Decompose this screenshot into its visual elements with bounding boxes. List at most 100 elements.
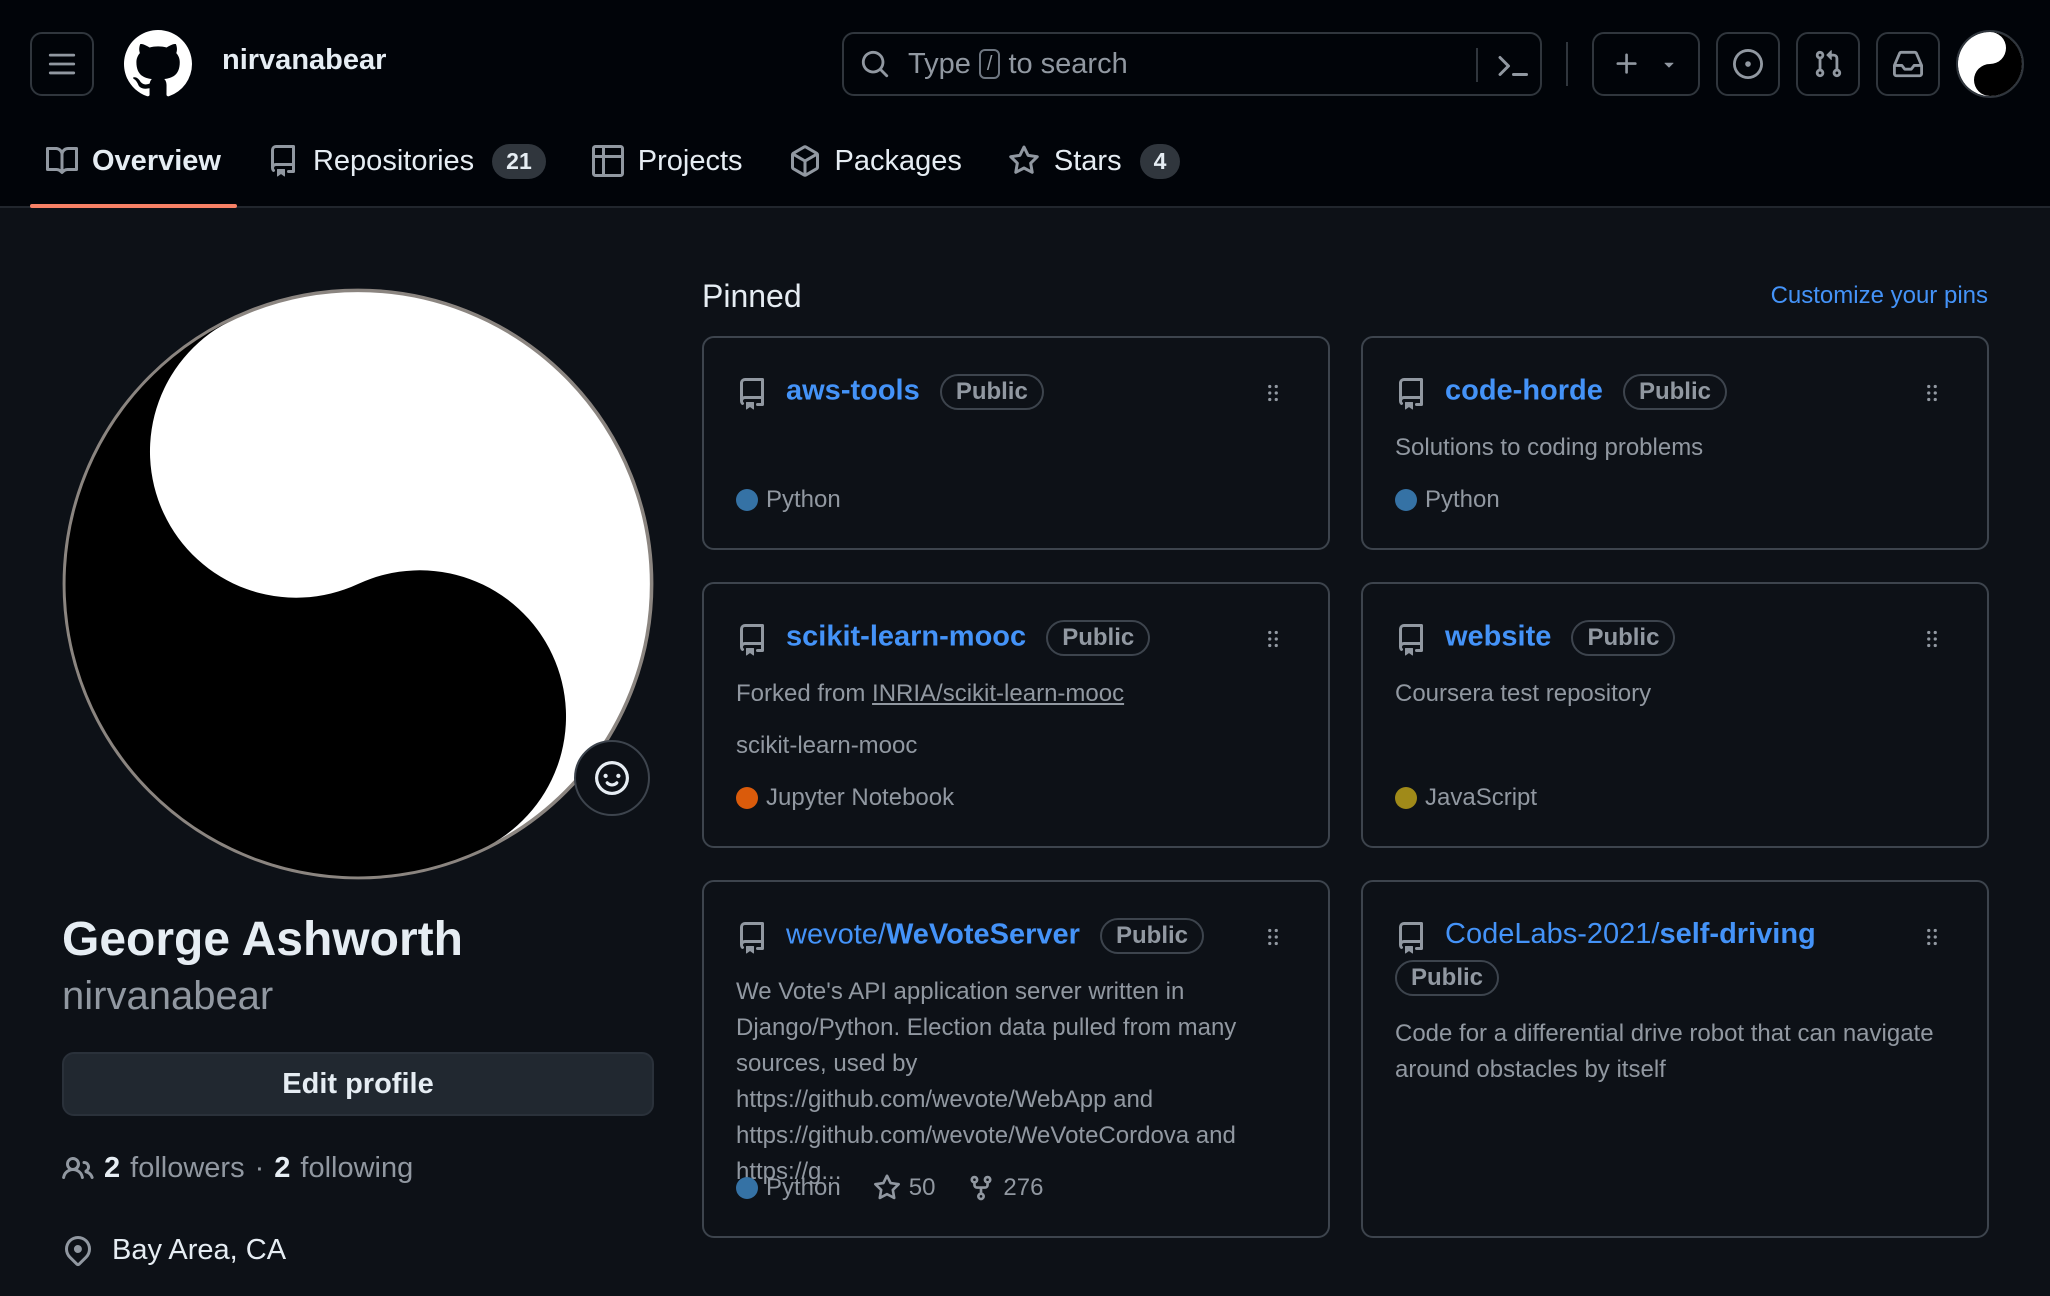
tab-projects[interactable]: Projects: [576, 132, 759, 190]
repo-owner: CodeLabs-2021/: [1445, 918, 1660, 950]
follow-separator: ·: [254, 1152, 265, 1184]
people-icon: [62, 1156, 94, 1179]
stars-count: 50: [908, 1174, 936, 1201]
forked-from-prefix: Forked from: [736, 680, 866, 707]
repo-meta: Python: [736, 486, 841, 514]
inbox-button[interactable]: [1876, 32, 1940, 96]
repo-link[interactable]: code-horde Public: [1445, 374, 1727, 410]
forks-count: 276: [1003, 1174, 1044, 1201]
location-text: Bay Area, CA: [112, 1234, 287, 1266]
language-color-dot: [736, 787, 758, 809]
stars-count-badge: 4: [1139, 143, 1181, 179]
repositories-count-badge: 21: [492, 143, 546, 179]
followers-count: 2: [104, 1152, 121, 1184]
followers-link[interactable]: 2 followers: [104, 1152, 245, 1185]
repo-link[interactable]: scikit-learn-mooc Public: [786, 620, 1151, 656]
search-shortcut-key: /: [978, 49, 1001, 79]
table-icon: [591, 145, 624, 177]
repo-description: Coursera test repository: [1395, 680, 1652, 707]
tab-repositories-label: Repositories: [312, 144, 475, 177]
drag-handle-icon[interactable]: [1260, 380, 1286, 406]
profile-tabs: Overview Repositories 21 Projects Packag…: [30, 132, 1210, 208]
following-label: following: [300, 1152, 414, 1184]
tab-overview-label: Overview: [92, 144, 221, 177]
pinned-card-self-driving: CodeLabs-2021/self-driving Public Code f…: [1361, 880, 1989, 1238]
customize-pins-link[interactable]: Customize your pins: [1771, 282, 1988, 310]
set-status-button[interactable]: [574, 740, 650, 816]
issues-button[interactable]: [1716, 32, 1780, 96]
pinned-heading: Pinned: [702, 278, 802, 314]
repo-forks[interactable]: 276: [967, 1174, 1043, 1202]
search-input[interactable]: Type / to search: [842, 32, 1542, 96]
visibility-badge: Public: [1571, 620, 1676, 656]
pinned-card-scikit-learn-mooc: scikit-learn-mooc Public Forked from INR…: [702, 582, 1330, 848]
github-logo-icon[interactable]: [124, 30, 192, 98]
header-divider: [1566, 42, 1568, 86]
repo-meta: Python 50 276: [736, 1174, 1043, 1202]
following-count: 2: [274, 1152, 291, 1184]
drag-handle-icon[interactable]: [1260, 924, 1286, 950]
edit-profile-button[interactable]: Edit profile: [62, 1052, 654, 1116]
tab-stars-label: Stars: [1053, 144, 1122, 177]
repo-link[interactable]: wevote/WeVoteServer Public: [786, 918, 1204, 954]
follow-stats: 2 followers · 2 following: [62, 1152, 413, 1185]
language-color-dot: [736, 489, 758, 511]
repo-name: aws-tools: [786, 374, 920, 407]
location-icon: [64, 1235, 92, 1266]
drag-handle-icon[interactable]: [1919, 626, 1945, 652]
repo-language: JavaScript: [1425, 784, 1538, 811]
book-icon: [46, 146, 78, 174]
repo-description: scikit-learn-mooc: [736, 732, 918, 759]
following-link[interactable]: 2 following: [274, 1152, 413, 1185]
repo-link[interactable]: CodeLabs-2021/self-driving: [1445, 918, 1816, 951]
header-username-link[interactable]: nirvanabear: [222, 44, 386, 77]
forked-from-note: Forked from INRIA/scikit-learn-mooc: [736, 676, 1288, 712]
drag-handle-icon[interactable]: [1919, 380, 1945, 406]
repo-description: We Vote's API application server written…: [736, 978, 1237, 1185]
pinned-card-website: website Public Coursera test repository …: [1361, 582, 1989, 848]
tab-stars[interactable]: Stars 4: [992, 132, 1196, 190]
repo-language: Python: [766, 486, 841, 513]
yin-yang-avatar-icon: [1958, 32, 2022, 96]
repo-stars[interactable]: 50: [873, 1174, 936, 1202]
repo-link[interactable]: aws-tools Public: [786, 374, 1044, 410]
repo-meta: JavaScript: [1395, 784, 1537, 812]
star-icon: [1009, 145, 1039, 174]
tab-packages[interactable]: Packages: [773, 132, 978, 190]
drag-handle-icon[interactable]: [1260, 626, 1286, 652]
repo-language: Python: [766, 1174, 841, 1201]
create-new-button[interactable]: [1592, 32, 1700, 96]
star-icon: [873, 1174, 900, 1200]
smiley-icon: [595, 761, 629, 795]
repo-icon: [1399, 378, 1423, 410]
package-icon: [790, 145, 819, 177]
followers-label: followers: [130, 1152, 245, 1184]
profile-avatar[interactable]: [62, 288, 654, 880]
repo-name: code-horde: [1445, 374, 1603, 407]
repo-name: website: [1445, 620, 1552, 653]
repo-meta: Jupyter Notebook: [736, 784, 954, 812]
inbox-icon: [1893, 50, 1923, 78]
repo-link[interactable]: website Public: [1445, 620, 1676, 656]
visibility-badge: Public: [939, 374, 1044, 410]
tab-repositories[interactable]: Repositories 21: [251, 132, 562, 190]
user-avatar-menu[interactable]: [1956, 30, 2024, 98]
repo-owner: wevote/: [786, 918, 886, 951]
visibility-badge: Public: [1046, 620, 1151, 656]
tab-overview[interactable]: Overview: [30, 132, 237, 208]
repo-description: Code for a differential drive robot that…: [1395, 1020, 1934, 1083]
profile-login-name: nirvanabear: [62, 974, 274, 1018]
pull-requests-button[interactable]: [1796, 32, 1860, 96]
hamburger-icon: [48, 53, 76, 75]
visibility-badge: Public: [1395, 960, 1500, 996]
tab-projects-label: Projects: [637, 144, 743, 177]
yin-yang-avatar-icon: [62, 288, 654, 880]
search-placeholder-suffix: to search: [1008, 47, 1128, 80]
profile-location: Bay Area, CA: [62, 1234, 286, 1267]
repo-icon: [1399, 624, 1423, 656]
menu-button[interactable]: [30, 32, 94, 96]
forked-from-link[interactable]: INRIA/scikit-learn-mooc: [872, 680, 1124, 707]
command-palette-icon[interactable]: [1496, 50, 1528, 82]
repo-language: Jupyter Notebook: [766, 784, 955, 811]
drag-handle-icon[interactable]: [1919, 924, 1945, 950]
